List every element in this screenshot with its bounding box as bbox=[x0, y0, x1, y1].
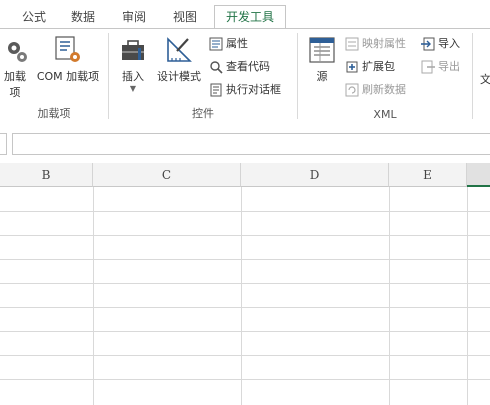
export-button[interactable]: 导出 bbox=[421, 58, 460, 76]
properties-icon bbox=[209, 37, 223, 51]
gridline bbox=[467, 187, 468, 405]
import-label: 导入 bbox=[438, 37, 460, 50]
design-mode-label: 设计模式 bbox=[157, 70, 201, 83]
view-code-button[interactable]: 查看代码 bbox=[209, 58, 270, 76]
export-icon bbox=[421, 60, 435, 74]
column-header-selected[interactable] bbox=[467, 163, 490, 187]
map-properties-label: 映射属性 bbox=[362, 37, 406, 50]
design-mode-button[interactable]: 设计模式 bbox=[154, 35, 204, 84]
xml-source-icon bbox=[309, 37, 335, 63]
next-group-partial-label[interactable]: 文 bbox=[480, 71, 490, 89]
refresh-icon bbox=[345, 83, 359, 97]
column-header-c[interactable]: C bbox=[93, 163, 241, 187]
gridline bbox=[0, 283, 490, 284]
export-label: 导出 bbox=[438, 60, 460, 73]
addins-label: 加载项 bbox=[4, 70, 26, 99]
com-addins-button[interactable]: COM 加载项 bbox=[32, 35, 104, 84]
gear-icon bbox=[8, 42, 27, 62]
ribbon: 加载项 COM 加载项 加载项 插入 ▼ 设计模式 属性 查看代码 执行对话框 … bbox=[0, 28, 490, 124]
gridline bbox=[0, 211, 490, 212]
import-button[interactable]: 导入 bbox=[421, 35, 460, 53]
map-properties-icon bbox=[345, 37, 359, 51]
xml-source-button[interactable]: 源 bbox=[304, 35, 340, 84]
chevron-down-icon: ▼ bbox=[129, 84, 137, 93]
properties-button[interactable]: 属性 bbox=[209, 35, 248, 53]
run-dialog-button[interactable]: 执行对话框 bbox=[209, 81, 281, 99]
gridline bbox=[0, 235, 490, 236]
toolbox-icon bbox=[122, 40, 144, 60]
spreadsheet-grid[interactable]: B C D E bbox=[0, 163, 490, 405]
tab-data[interactable]: 数据 bbox=[64, 6, 102, 28]
map-properties-button[interactable]: 映射属性 bbox=[345, 35, 406, 53]
view-code-label: 查看代码 bbox=[226, 60, 270, 73]
gridline bbox=[0, 307, 490, 308]
name-box[interactable] bbox=[0, 133, 7, 155]
expansion-packs-icon bbox=[346, 61, 358, 73]
group-label-addins: 加载项 bbox=[37, 107, 71, 120]
formula-input[interactable] bbox=[12, 133, 490, 155]
properties-label: 属性 bbox=[226, 37, 248, 50]
group-label-xml: XML bbox=[373, 108, 397, 121]
tab-view[interactable]: 视图 bbox=[166, 6, 204, 28]
gridline bbox=[0, 379, 490, 380]
column-header-d[interactable]: D bbox=[241, 163, 389, 187]
gridline bbox=[0, 259, 490, 260]
column-header-e[interactable]: E bbox=[389, 163, 467, 187]
gridline bbox=[389, 187, 390, 405]
gridline bbox=[0, 331, 490, 332]
design-mode-icon bbox=[167, 37, 192, 62]
group-label-controls: 控件 bbox=[192, 107, 214, 120]
group-separator bbox=[472, 33, 473, 119]
ribbon-tab-bar: 公式 数据 审阅 视图 开发工具 bbox=[0, 0, 490, 30]
tab-formulas[interactable]: 公式 bbox=[16, 6, 52, 28]
run-dialog-label: 执行对话框 bbox=[226, 83, 281, 96]
refresh-data-button[interactable]: 刷新数据 bbox=[345, 81, 406, 99]
insert-label: 插入 bbox=[122, 70, 144, 83]
expansion-packs-button[interactable]: 扩展包 bbox=[345, 58, 395, 76]
group-separator bbox=[108, 33, 109, 119]
com-addins-icon bbox=[55, 36, 80, 62]
column-header-b[interactable]: B bbox=[0, 163, 93, 187]
gridline bbox=[241, 187, 242, 405]
view-code-icon bbox=[210, 61, 223, 74]
com-addins-label: COM 加载项 bbox=[36, 70, 100, 83]
addins-button[interactable]: 加载项 bbox=[0, 35, 30, 100]
run-dialog-icon bbox=[210, 83, 222, 97]
group-separator bbox=[297, 33, 298, 119]
tab-review[interactable]: 审阅 bbox=[115, 6, 153, 28]
xml-source-label: 源 bbox=[316, 70, 328, 83]
expansion-packs-label: 扩展包 bbox=[362, 60, 395, 73]
gridline bbox=[0, 355, 490, 356]
refresh-data-label: 刷新数据 bbox=[362, 83, 406, 96]
insert-control-button[interactable]: 插入 ▼ bbox=[114, 35, 152, 93]
import-icon bbox=[421, 37, 435, 51]
tab-developer[interactable]: 开发工具 bbox=[214, 5, 286, 30]
formula-bar bbox=[0, 123, 490, 162]
gridline bbox=[93, 187, 94, 405]
